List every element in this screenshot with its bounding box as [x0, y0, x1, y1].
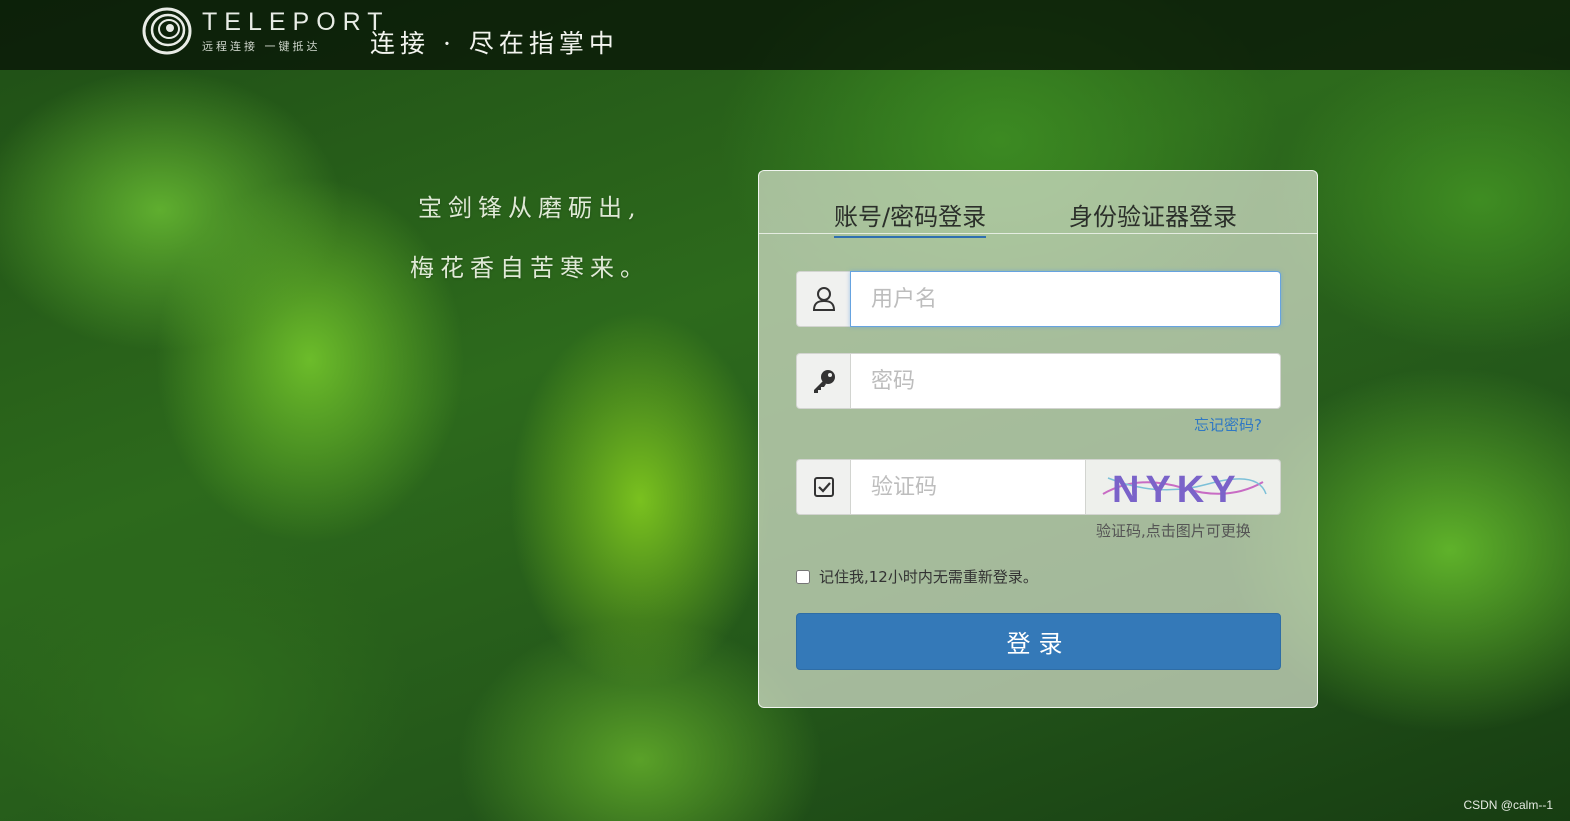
checkbox-icon — [813, 477, 834, 497]
poem-line-2: 梅花香自苦寒来。 — [410, 254, 650, 282]
login-panel: 账号/密码登录 身份验证器登录 忘记密码? — [758, 170, 1318, 708]
remember-me[interactable]: 记住我,12小时内无需重新登录。 — [796, 566, 1038, 587]
username-field-group — [796, 271, 1281, 327]
brand-subtitle: 远程连接 一键抵达 — [202, 40, 321, 53]
login-button[interactable]: 登录 — [796, 613, 1281, 670]
teleport-logo — [142, 7, 192, 55]
captcha-field-group: NYKY — [796, 459, 1281, 515]
tab-password-login[interactable]: 账号/密码登录 — [834, 197, 987, 238]
brand-name: TELEPORT — [202, 8, 390, 36]
captcha-text: NYKY — [1112, 469, 1242, 510]
remember-checkbox[interactable] — [796, 569, 810, 584]
username-addon — [796, 271, 850, 327]
slogan: 连接 · 尽在指掌中 — [370, 29, 619, 58]
poem: 宝剑锋从磨砺出, 梅花香自苦寒来。 — [410, 178, 650, 298]
key-icon — [813, 370, 835, 393]
login-tabs: 账号/密码登录 身份验证器登录 — [759, 171, 1317, 238]
top-bar: TELEPORT 远程连接 一键抵达 连接 · 尽在指掌中 — [0, 0, 1570, 70]
tab-authenticator-login[interactable]: 身份验证器登录 — [1069, 197, 1237, 236]
captcha-graphic: NYKY — [1102, 469, 1267, 510]
user-icon — [812, 287, 835, 311]
captcha-image[interactable]: NYKY — [1086, 459, 1281, 515]
captcha-hint: 验证码,点击图片可更换 — [1096, 522, 1251, 540]
password-field-group — [796, 353, 1281, 409]
captcha-input[interactable] — [850, 459, 1086, 515]
watermark: CSDN @calm--1 — [1463, 798, 1553, 812]
password-input[interactable] — [850, 353, 1281, 409]
password-addon — [796, 353, 850, 409]
captcha-addon — [796, 459, 850, 515]
remember-label: 记住我,12小时内无需重新登录。 — [819, 568, 1038, 586]
forgot-password-link[interactable]: 忘记密码? — [1194, 414, 1262, 435]
username-input[interactable] — [850, 271, 1281, 327]
poem-line-1: 宝剑锋从磨砺出, — [418, 194, 642, 222]
